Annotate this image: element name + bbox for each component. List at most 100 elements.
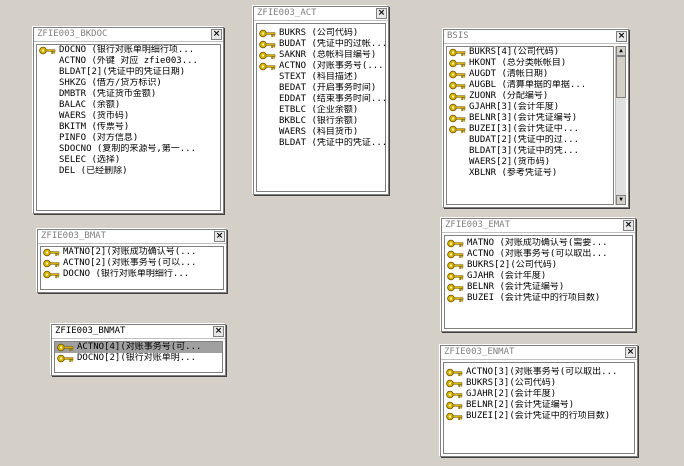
table-title[interactable]: ZFIE003_ENMAT × bbox=[441, 346, 637, 360]
close-icon[interactable]: × bbox=[213, 326, 224, 337]
field-list[interactable]: MATNO (对账成功确认号(需要... ACTNO (对账事务号(可以取出...… bbox=[444, 235, 633, 329]
field-row[interactable]: ACTNO[4](对账事务号(可... bbox=[55, 342, 222, 353]
table-bsis[interactable]: BSIS × BUKRS[4](公司代码) HKONT (总分类帐帐目) AUGDT… bbox=[443, 29, 629, 208]
field-label: BALAC (余额) bbox=[59, 100, 121, 110]
field-row[interactable]: ACTNO[3](对账事务号(可以取出... bbox=[444, 367, 634, 378]
table-title[interactable]: ZFIE003_BKDOC × bbox=[34, 28, 223, 42]
close-icon[interactable]: × bbox=[214, 231, 225, 242]
table-zfie003-emat[interactable]: ZFIE003_EMAT × MATNO (对账成功确认号(需要... ACTNO… bbox=[441, 218, 636, 332]
field-label: GJAHR[2](会计年度) bbox=[466, 389, 557, 399]
field-label: AUGDT (清帐日期) bbox=[469, 69, 549, 79]
field-label: BUDAT[2](凭证中的过... bbox=[469, 135, 580, 145]
field-row[interactable]: MATNO[2](对账成功确认号(... bbox=[41, 247, 223, 258]
field-row[interactable]: BELNR[3](会计凭证编号) bbox=[447, 113, 613, 124]
field-row[interactable]: BELNR (会计凭证编号) bbox=[445, 282, 632, 293]
table-title[interactable]: BSIS × bbox=[444, 30, 628, 44]
field-row[interactable]: ZUONR (分配编号) bbox=[447, 91, 613, 102]
field-row[interactable]: DOCNO (银行对账单明细行项... bbox=[37, 45, 220, 56]
key-icon bbox=[449, 48, 466, 57]
field-row[interactable]: MATNO (对账成功确认号(需要... bbox=[445, 238, 632, 249]
field-row[interactable]: WAERS (货币码) bbox=[37, 111, 220, 122]
field-label: DEL (已经删除) bbox=[59, 166, 128, 176]
field-row[interactable]: DOCNO[2](银行对账单明... bbox=[55, 353, 222, 364]
field-list[interactable]: BUKRS[4](公司代码) HKONT (总分类帐帐目) AUGDT (清帐日期)… bbox=[446, 46, 614, 205]
field-row[interactable]: ACTNO[2](对账事务号(可以... bbox=[41, 258, 223, 269]
field-row[interactable]: DMBTR (凭证货币金额) bbox=[37, 89, 220, 100]
field-list[interactable]: BUKRS (公司代码) BUDAT (凭证中的过帐... SAKNR (总帐科目编… bbox=[256, 23, 386, 192]
field-row[interactable]: ETBLC (企业余额) bbox=[257, 105, 385, 116]
field-label: GJAHR (会计年度) bbox=[467, 271, 547, 281]
field-row[interactable]: GJAHR[2](会计年度) bbox=[444, 389, 634, 400]
field-row[interactable]: SHKZG (借方/贷方标识) bbox=[37, 78, 220, 89]
table-title[interactable]: ZFIE003_EMAT × bbox=[442, 219, 635, 233]
scroll-down-icon[interactable]: ▼ bbox=[616, 195, 626, 205]
field-row[interactable]: BUKRS (公司代码) bbox=[257, 28, 385, 39]
table-title[interactable]: ZFIE003_ACT × bbox=[254, 7, 388, 21]
vertical-scrollbar[interactable]: ▲ ▼ bbox=[615, 46, 626, 205]
field-row[interactable]: HKONT (总分类帐帐目) bbox=[447, 58, 613, 69]
table-zfie003-bnmat[interactable]: ZFIE003_BNMAT × ACTNO[4](对账事务号(可... DOCNO… bbox=[51, 324, 226, 376]
field-row[interactable]: ACTNO (对账事务号(... bbox=[257, 61, 385, 72]
close-icon[interactable]: × bbox=[376, 8, 387, 19]
field-row[interactable]: BUDAT[2](凭证中的过... bbox=[447, 135, 613, 146]
field-row[interactable]: BLDAT (凭证中的凭证... bbox=[257, 138, 385, 149]
field-row[interactable]: SDOCNO (复制的来源号,第一... bbox=[37, 144, 220, 155]
field-row[interactable]: AUGDT (清帐日期) bbox=[447, 69, 613, 80]
field-row[interactable]: AUGBL (清算单据的单据... bbox=[447, 80, 613, 91]
field-row[interactable]: BKITM (传票号) bbox=[37, 122, 220, 133]
field-list[interactable]: MATNO[2](对账成功确认号(... ACTNO[2](对账事务号(可以...… bbox=[40, 246, 224, 290]
field-row[interactable]: WAERS (科目货币) bbox=[257, 127, 385, 138]
field-row[interactable]: GJAHR[3](会计年度) bbox=[447, 102, 613, 113]
table-zfie003-act[interactable]: ZFIE003_ACT × BUKRS (公司代码) BUDAT (凭证中的过帐.… bbox=[253, 6, 389, 195]
close-icon[interactable]: × bbox=[211, 29, 222, 40]
field-label: BKBLC (银行余额) bbox=[279, 116, 359, 126]
field-list[interactable]: DOCNO (银行对账单明细行项... ACTNO (外键 对应 zfie003.… bbox=[36, 44, 221, 211]
field-row[interactable]: XBLNR (参考凭证号) bbox=[447, 168, 613, 179]
table-zfie003-bmat[interactable]: ZFIE003_BMAT × MATNO[2](对账成功确认号(... ACTNO… bbox=[37, 229, 227, 293]
field-row[interactable]: BUZEI[3](会计凭证中... bbox=[447, 124, 613, 135]
field-row[interactable]: BUKRS[4](公司代码) bbox=[447, 47, 613, 58]
table-title[interactable]: ZFIE003_BMAT × bbox=[38, 230, 226, 244]
field-row[interactable]: ACTNO (对账事务号(可以取出... bbox=[445, 249, 632, 260]
scroll-up-icon[interactable]: ▲ bbox=[616, 46, 626, 56]
field-label: BLDAT[3](凭证中的凭... bbox=[469, 146, 580, 156]
field-row[interactable]: DEL (已经删除) bbox=[37, 166, 220, 177]
close-icon[interactable]: × bbox=[616, 31, 627, 42]
field-label: ACTNO[2](对账事务号(可以... bbox=[63, 258, 197, 268]
field-label: WAERS (货币码) bbox=[59, 111, 130, 121]
field-list[interactable]: ACTNO[3](对账事务号(可以取出... BUKRS[3](公司代码) GJAH… bbox=[443, 362, 635, 454]
table-zfie003-bkdoc[interactable]: ZFIE003_BKDOC × DOCNO (银行对账单明细行项... ACTNO… bbox=[33, 27, 224, 214]
field-row[interactable]: BUKRS[3](公司代码) bbox=[444, 378, 634, 389]
table-title[interactable]: ZFIE003_BNMAT × bbox=[52, 325, 225, 339]
key-icon bbox=[259, 62, 276, 71]
key-icon bbox=[449, 114, 466, 123]
field-row[interactable]: BALAC (余额) bbox=[37, 100, 220, 111]
field-label: BELNR[2](会计凭证编号) bbox=[466, 400, 575, 410]
field-row[interactable]: BUZEI[2](会计凭证中的行项目数) bbox=[444, 411, 634, 422]
field-row[interactable]: PINFO (对方信息) bbox=[37, 133, 220, 144]
close-icon[interactable]: × bbox=[623, 220, 634, 231]
close-icon[interactable]: × bbox=[625, 347, 636, 358]
field-row[interactable]: DOCNO (银行对账单明细行... bbox=[41, 269, 223, 280]
field-row[interactable]: BUZEI (会计凭证中的行项目数) bbox=[445, 293, 632, 304]
field-label: DOCNO (银行对账单明细行项... bbox=[59, 45, 195, 55]
scroll-thumb[interactable] bbox=[616, 56, 626, 98]
field-row[interactable]: BUDAT (凭证中的过帐... bbox=[257, 39, 385, 50]
field-row[interactable]: BEDAT (开启事务时间) bbox=[257, 83, 385, 94]
field-row[interactable]: SAKNR (总帐科目编号) bbox=[257, 50, 385, 61]
field-row[interactable]: BKBLC (银行余额) bbox=[257, 116, 385, 127]
field-row[interactable]: WAERS[2](货币码) bbox=[447, 157, 613, 168]
field-row[interactable]: BELNR[2](会计凭证编号) bbox=[444, 400, 634, 411]
field-row[interactable]: SELEC (选择) bbox=[37, 155, 220, 166]
field-row[interactable]: BUKRS[2](公司代码) bbox=[445, 260, 632, 271]
field-row[interactable]: BLDAT[3](凭证中的凭... bbox=[447, 146, 613, 157]
field-row[interactable]: EDDAT (结束事务时间... bbox=[257, 94, 385, 105]
field-row[interactable]: STEXT (科目描述) bbox=[257, 72, 385, 83]
table-zfie003-enmat[interactable]: ZFIE003_ENMAT × ACTNO[3](对账事务号(可以取出... BU… bbox=[440, 345, 638, 457]
field-label: BUZEI (会计凭证中的行项目数) bbox=[467, 293, 601, 303]
field-row[interactable]: GJAHR (会计年度) bbox=[445, 271, 632, 282]
field-row[interactable]: BLDAT[2](凭证中的凭证日期) bbox=[37, 67, 220, 78]
field-list[interactable]: ACTNO[4](对账事务号(可... DOCNO[2](银行对账单明... bbox=[54, 341, 223, 373]
field-label: BUKRS[2](公司代码) bbox=[467, 260, 558, 270]
field-row[interactable]: ACTNO (外键 对应 zfie003... bbox=[37, 56, 220, 67]
